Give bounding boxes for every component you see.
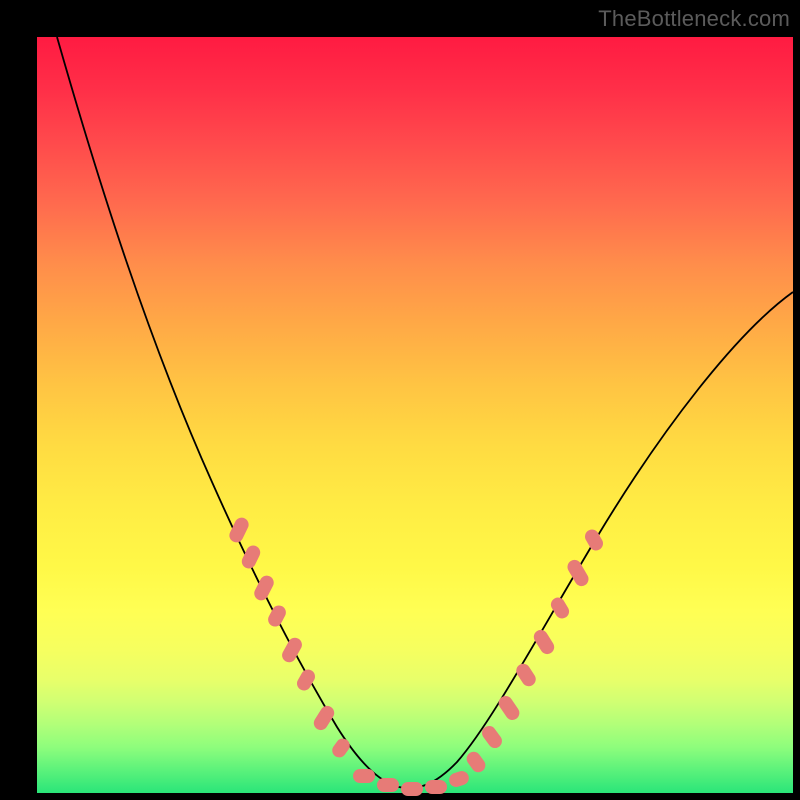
- chart-overlay: [37, 37, 793, 793]
- curve-marker: [266, 603, 289, 629]
- watermark-text: TheBottleneck.com: [598, 6, 790, 32]
- curve-marker: [548, 595, 571, 621]
- curve-marker: [425, 780, 447, 794]
- curve-marker: [401, 782, 423, 796]
- bottleneck-curve: [57, 37, 793, 788]
- curve-marker: [514, 661, 539, 689]
- curve-marker: [227, 515, 251, 545]
- chart-frame: TheBottleneck.com: [0, 0, 800, 800]
- curve-marker: [353, 769, 375, 783]
- curve-marker: [252, 573, 276, 603]
- curve-marker: [377, 778, 399, 792]
- curve-marker: [464, 749, 488, 775]
- curve-marker: [582, 527, 605, 553]
- curve-marker: [447, 769, 470, 788]
- curve-marker: [280, 635, 305, 665]
- curve-marker: [329, 736, 352, 760]
- curve-marker: [496, 693, 522, 722]
- curve-marker: [311, 703, 337, 732]
